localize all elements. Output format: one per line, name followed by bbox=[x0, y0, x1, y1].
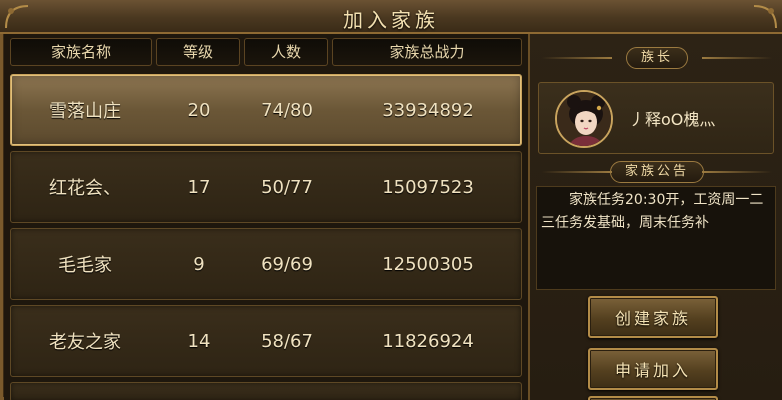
divider bbox=[702, 171, 772, 173]
family-members: 58/67 bbox=[261, 330, 313, 352]
family-power: 11826924 bbox=[382, 330, 474, 352]
family-power: 15097523 bbox=[382, 176, 474, 198]
family-level: 20 bbox=[187, 99, 211, 121]
family-members: 50/77 bbox=[261, 176, 313, 198]
family-name: 毛毛家 bbox=[58, 255, 112, 276]
family-level: 9 bbox=[193, 253, 205, 275]
leader-section-label: 族长 bbox=[530, 46, 782, 70]
family-row[interactable]: 红花会、 17 50/77 15097523 bbox=[10, 151, 522, 223]
announcement-text: 家族任务20:30开，工资周一二三任务发基础，周末任务补 bbox=[536, 186, 776, 290]
divider bbox=[542, 171, 612, 173]
family-name: 老友之家 bbox=[49, 332, 121, 353]
window-title: 加入家族 bbox=[343, 8, 439, 32]
leader-card[interactable]: 丿释oO槐灬 bbox=[538, 82, 774, 154]
leader-portrait-icon bbox=[557, 92, 611, 146]
column-header-members: 人数 bbox=[244, 38, 328, 66]
family-level: 17 bbox=[187, 176, 211, 198]
divider bbox=[702, 57, 772, 59]
apply-join-button[interactable]: 申请加入 bbox=[588, 348, 718, 390]
title-bar: 加入家族 bbox=[0, 0, 782, 34]
announcement-label: 家族公告 bbox=[609, 161, 704, 183]
avatar[interactable] bbox=[555, 90, 613, 148]
family-level: 14 bbox=[187, 330, 211, 352]
family-name: 红花会、 bbox=[49, 178, 121, 199]
announcement-section-label: 家族公告 bbox=[530, 160, 782, 184]
family-row[interactable]: 毛毛家 9 69/69 12500305 bbox=[10, 228, 522, 300]
family-row[interactable]: 雪落山庄 20 74/80 33934892 bbox=[10, 74, 522, 146]
column-header-power: 家族总战力 bbox=[332, 38, 522, 66]
column-header-name: 家族名称 bbox=[10, 38, 152, 66]
column-header-level: 等级 bbox=[156, 38, 240, 66]
family-info-panel: 族长 丿释oO槐灬 家族公告 家族任务20:30开，工资周一二三任务发基础，周末… bbox=[528, 34, 782, 400]
family-row-partial[interactable] bbox=[10, 382, 522, 400]
family-power: 12500305 bbox=[382, 253, 474, 275]
corner-ornament-icon bbox=[753, 5, 777, 29]
divider bbox=[542, 57, 612, 59]
family-members: 69/69 bbox=[261, 253, 313, 275]
partial-button[interactable] bbox=[588, 396, 718, 400]
family-power: 33934892 bbox=[382, 99, 474, 121]
leader-label: 族长 bbox=[625, 47, 688, 69]
family-name: 雪落山庄 bbox=[49, 101, 121, 122]
family-list-panel: 家族名称 等级 人数 家族总战力 雪落山庄 20 74/80 33934892 … bbox=[4, 34, 528, 400]
family-row[interactable]: 老友之家 14 58/67 11826924 bbox=[10, 305, 522, 377]
family-members: 74/80 bbox=[261, 99, 313, 121]
create-family-button[interactable]: 创建家族 bbox=[588, 296, 718, 338]
leader-name: 丿释oO槐灬 bbox=[629, 110, 716, 129]
